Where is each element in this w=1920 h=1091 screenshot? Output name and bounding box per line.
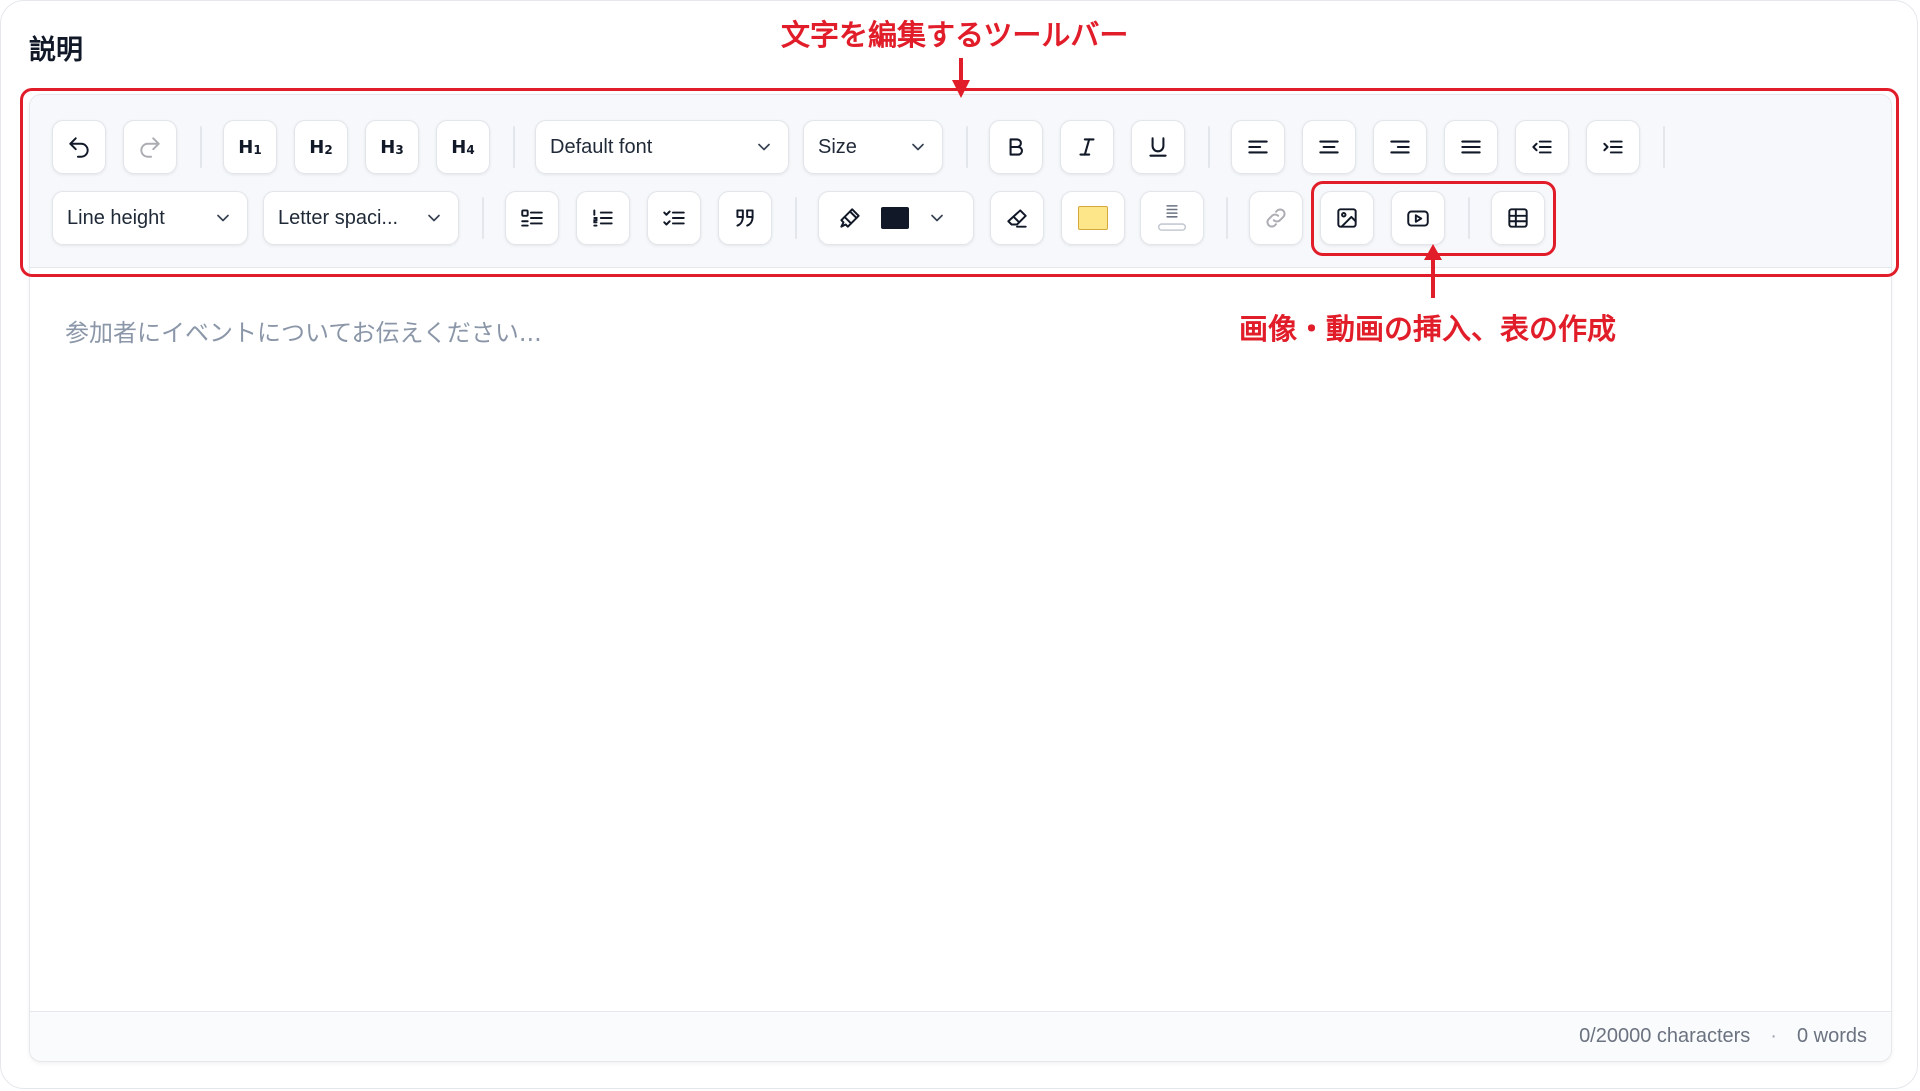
media-annotation-label: 画像・動画の挿入、表の作成 — [1239, 312, 1617, 346]
editor-placeholder[interactable]: 参加者にイベントについてお伝えください... — [65, 313, 542, 348]
footer-separator: · — [1770, 1025, 1777, 1047]
editor-footer: 0/20000 characters · 0 words — [30, 1011, 1891, 1061]
toolbar-annotation-label: 文字を編集するツールバー — [781, 18, 1129, 52]
character-count: 0/20000 characters — [1579, 1025, 1751, 1047]
media-annotation-arrow — [1424, 244, 1442, 298]
word-count: 0 words — [1796, 1025, 1867, 1047]
toolbar-annotation-box — [20, 88, 1899, 277]
section-label: 説明 — [29, 35, 83, 66]
